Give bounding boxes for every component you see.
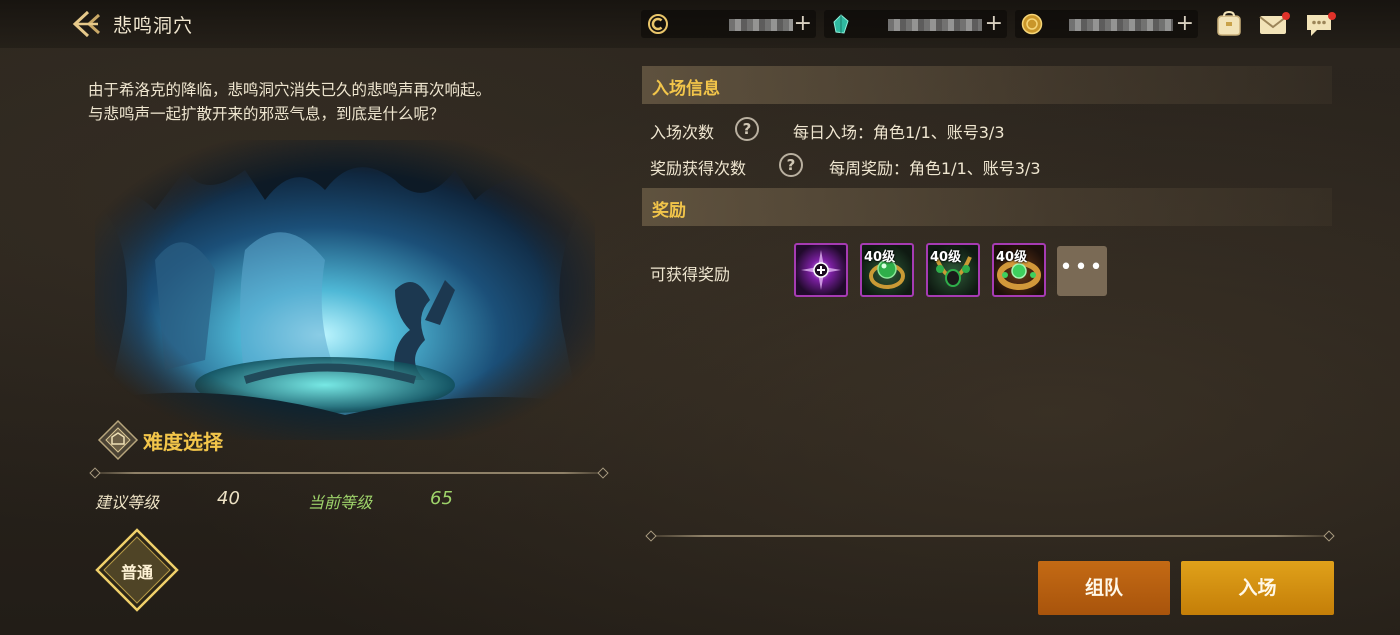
recommended-level-label: 建议等级 <box>95 493 160 512</box>
difficulty-normal-label: 普通 <box>120 563 153 582</box>
entry-count-help-button[interactable]: ? <box>735 117 759 141</box>
currency-gem: + <box>824 10 1007 38</box>
back-button[interactable] <box>70 9 104 39</box>
currency-c-value <box>729 19 793 31</box>
difficulty-divider <box>94 472 604 474</box>
reward-item-2[interactable]: 40级 <box>860 243 914 297</box>
reward-item-3[interactable]: 40级 <box>926 243 980 297</box>
reward-item-4-level: 40级 <box>996 250 1028 265</box>
entry-info-title: 入场信息 <box>652 79 720 99</box>
bag-button[interactable] <box>1214 10 1244 38</box>
more-rewards-button[interactable]: ••• <box>1057 246 1107 296</box>
reward-item-3-level: 40级 <box>930 250 962 265</box>
current-level-value: 65 <box>430 488 453 509</box>
green-gem-icon <box>833 14 849 34</box>
entry-count-label: 入场次数 <box>650 123 715 142</box>
currency-gold-add-button[interactable]: + <box>1176 10 1194 38</box>
current-level-label: 当前等级 <box>308 493 373 512</box>
recommended-level-value: 40 <box>217 488 240 509</box>
dungeon-artwork <box>95 140 595 440</box>
mail-button[interactable] <box>1258 10 1290 38</box>
currency-gem-value <box>888 19 982 31</box>
bottom-divider <box>650 535 1330 537</box>
purple-orb-icon <box>801 250 841 290</box>
difficulty-title: 难度选择 <box>143 430 223 454</box>
reward-count-help-button[interactable]: ? <box>779 153 803 177</box>
question-icon: ? <box>786 156 796 174</box>
reward-item-2-level: 40级 <box>864 250 896 265</box>
bag-icon <box>1217 10 1241 36</box>
mail-notification-dot <box>1282 12 1290 20</box>
reward-item-1[interactable] <box>794 243 848 297</box>
page-title: 悲鸣洞穴 <box>113 15 194 37</box>
currency-c-add-button[interactable]: + <box>794 10 812 38</box>
available-rewards-label: 可获得奖励 <box>650 265 731 284</box>
chat-notification-dot <box>1328 12 1336 20</box>
entry-info-header: 入场信息 <box>642 66 1332 104</box>
reward-count-label: 奖励获得次数 <box>650 159 747 178</box>
reward-item-4[interactable]: 40级 <box>992 243 1046 297</box>
difficulty-icon <box>97 419 139 461</box>
gold-coin-icon <box>1021 13 1043 35</box>
top-bar: 悲鸣洞穴 + + + <box>0 0 1400 48</box>
currency-gold-value <box>1069 19 1173 31</box>
description-line-2: 与悲鸣声一起扩散开来的邪恶气息，到底是什么呢？ <box>88 105 445 123</box>
chat-button[interactable] <box>1304 10 1336 38</box>
enter-button[interactable]: 入场 <box>1181 561 1334 615</box>
description-line-1: 由于希洛克的降临，悲鸣洞穴消失已久的悲鸣声再次响起。 <box>88 81 492 99</box>
rewards-title: 奖励 <box>652 201 686 221</box>
question-icon: ? <box>742 120 752 138</box>
dungeon-description: 由于希洛克的降临，悲鸣洞穴消失已久的悲鸣声再次响起。 与悲鸣声一起扩散开来的邪恶… <box>88 78 608 126</box>
entry-count-value: 每日入场：角色1/1、账号3/3 <box>793 123 1005 142</box>
currency-gold: + <box>1015 10 1198 38</box>
team-button[interactable]: 组队 <box>1038 561 1170 615</box>
currency-c: + <box>641 10 816 38</box>
difficulty-normal-button[interactable]: 普通 <box>95 528 179 612</box>
coin-c-icon <box>648 14 668 34</box>
currency-gem-add-button[interactable]: + <box>985 10 1003 38</box>
reward-count-value: 每周奖励：角色1/1、账号3/3 <box>829 159 1041 178</box>
back-arrow-icon <box>72 10 101 38</box>
rewards-header: 奖励 <box>642 188 1332 226</box>
